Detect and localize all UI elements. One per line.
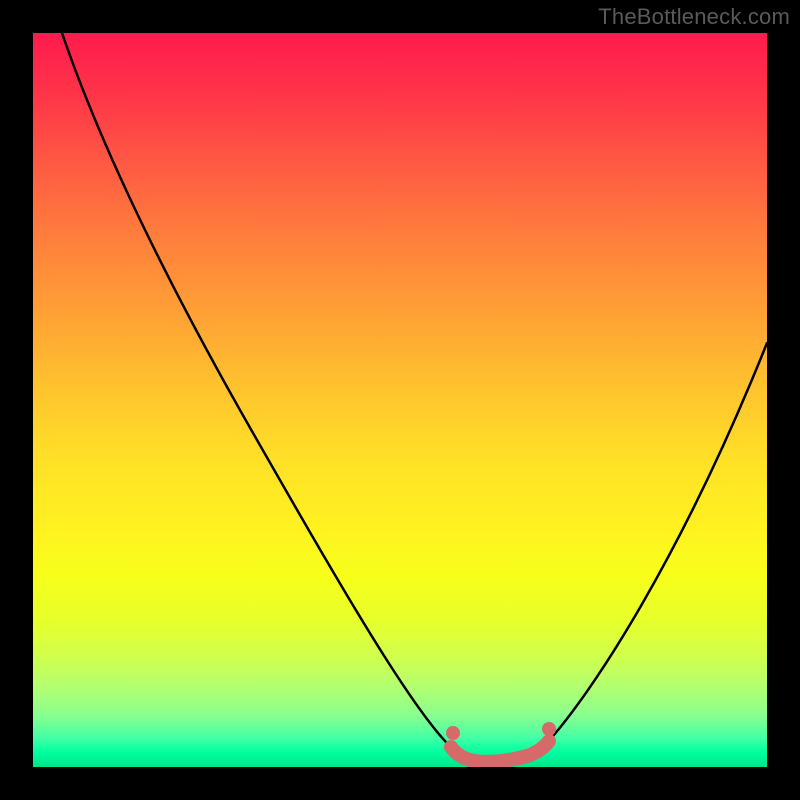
highlight-start-dot xyxy=(446,726,460,740)
attribution-text: TheBottleneck.com xyxy=(598,4,790,30)
curve-layer xyxy=(33,33,767,767)
highlight-segment xyxy=(451,741,549,762)
bottleneck-curve xyxy=(62,33,767,761)
highlight-end-dot xyxy=(542,722,556,736)
chart-container: TheBottleneck.com xyxy=(0,0,800,800)
plot-area xyxy=(33,33,767,767)
